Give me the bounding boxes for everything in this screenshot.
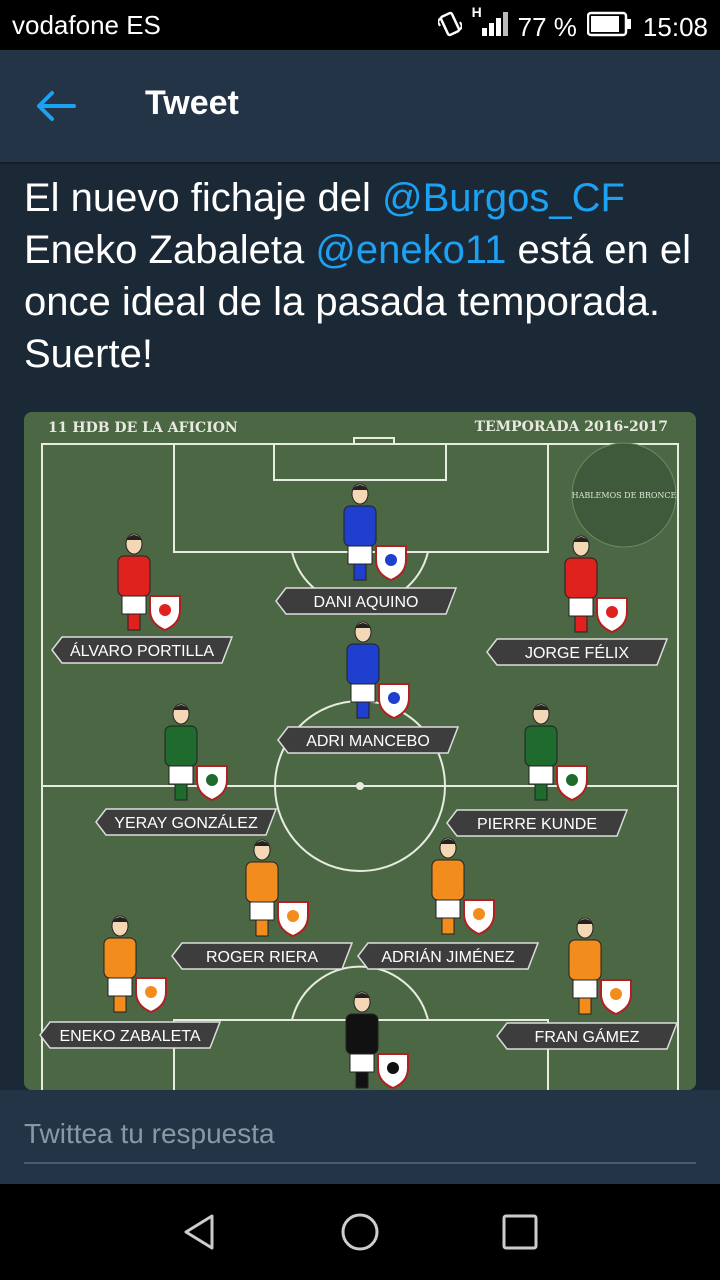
player-shirt — [245, 861, 279, 903]
season-label: TEMPORADA 2016-2017 — [475, 419, 668, 435]
player-name-label: ADRI MANCEBO — [277, 726, 460, 754]
system-nav-bar — [0, 1184, 720, 1280]
player-name-label: PIERRE KUNDE — [446, 809, 629, 837]
football-lineup-graphic: 11 HDB DE LA AFICION TEMPORADA 2016-2017… — [24, 412, 696, 1090]
player-shirt — [564, 557, 598, 599]
back-triangle-icon[interactable] — [176, 1208, 224, 1256]
player-name: ROGER RIERA — [206, 949, 318, 966]
player-name: YERAY GONZÁLEZ — [114, 813, 258, 832]
signal-icon: H — [472, 4, 508, 45]
network-type: H — [471, 4, 482, 20]
reply-input[interactable]: Twittea tu respuesta — [24, 1118, 696, 1164]
battery-icon — [586, 11, 633, 44]
player-name-label: ENEKO ZABALETA — [39, 1021, 222, 1049]
player-shirt — [117, 555, 151, 597]
player-name: DANI AQUINO — [314, 594, 419, 611]
player-name: ADRI MANCEBO — [306, 733, 430, 750]
player-shirt — [343, 505, 377, 547]
player-shirt — [346, 643, 380, 685]
svg-text:HABLEMOS DE BRONCE: HABLEMOS DE BRONCE — [572, 491, 677, 500]
player-name-label: DANI AQUINO — [275, 587, 458, 615]
status-icons: H 77 % 15:08 — [436, 4, 708, 45]
divider — [0, 162, 720, 164]
reply-composer: Twittea tu respuesta — [0, 1090, 720, 1184]
hablemos-de-bronce-logo: HABLEMOS DE BRONCE — [571, 442, 677, 548]
player-shirt — [524, 725, 558, 767]
player-name: FRAN GÁMEZ — [535, 1027, 640, 1046]
battery-percent: 77 % — [517, 12, 577, 42]
player-name: PIERRE KUNDE — [477, 816, 597, 833]
tweet-text-part: Eneko Zabaleta — [24, 228, 316, 272]
player-name-label: ÁLVARO PORTILLA — [51, 636, 234, 664]
player-name-label: JORGE FÉLIX — [486, 638, 669, 666]
page-title: Tweet — [145, 84, 239, 122]
player-name: ADRIÁN JIMÉNEZ — [381, 947, 515, 966]
player-shirt — [345, 1013, 379, 1055]
player-shirt — [164, 725, 198, 767]
mention-link[interactable]: @eneko11 — [315, 228, 506, 272]
app-header: Tweet — [0, 50, 720, 162]
player-shirt — [568, 939, 602, 981]
player-name: ÁLVARO PORTILLA — [70, 641, 214, 660]
lineup-title: 11 HDB DE LA AFICION — [48, 420, 238, 436]
recents-square-icon[interactable] — [496, 1208, 544, 1256]
carrier-name: vodafone ES — [12, 10, 161, 40]
status-bar: vodafone ES H 77 % 15:08 — [0, 0, 720, 50]
tweet-text: El nuevo fichaje del @Burgos_CF Eneko Za… — [24, 172, 704, 380]
player-name-label: FRAN GÁMEZ — [496, 1022, 679, 1050]
player-shirt — [431, 859, 465, 901]
vibrate-icon — [436, 10, 463, 45]
player-name-label: YERAY GONZÁLEZ — [95, 808, 278, 836]
player-name-label: ROGER RIERA — [171, 942, 354, 970]
arrow-left-icon[interactable] — [34, 86, 78, 126]
mention-link[interactable]: @Burgos_CF — [382, 176, 625, 220]
tweet-text-part: El nuevo fichaje del — [24, 176, 383, 220]
player-shirt — [103, 937, 137, 979]
player-name: JORGE FÉLIX — [525, 643, 629, 662]
tweet-media-image[interactable]: 11 HDB DE LA AFICION TEMPORADA 2016-2017… — [24, 412, 696, 1090]
player-name: ENEKO ZABALETA — [59, 1028, 200, 1045]
player-name-label: ADRIÁN JIMÉNEZ — [357, 942, 540, 970]
home-circle-icon[interactable] — [336, 1208, 384, 1256]
clock: 15:08 — [642, 12, 708, 42]
